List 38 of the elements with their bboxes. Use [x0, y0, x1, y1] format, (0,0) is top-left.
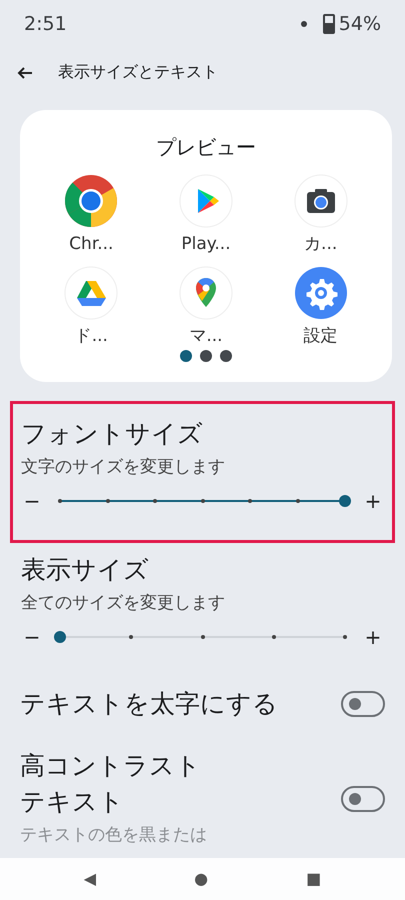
app-label: カ... [304, 233, 338, 256]
app-label: ド... [74, 325, 108, 348]
toggle-switch[interactable] [341, 786, 385, 812]
page-title: 表示サイズとテキスト [58, 61, 218, 83]
battery-percent: 54% [338, 12, 381, 37]
setting-title: テキスト [20, 786, 125, 818]
page-indicator-dot[interactable] [200, 350, 212, 362]
setting-title: 高コントラスト [20, 750, 202, 782]
settings-icon [294, 266, 348, 320]
camera-icon [294, 174, 348, 228]
plus-button[interactable]: + [362, 622, 384, 652]
back-nav-button[interactable]: ◀ [80, 869, 100, 889]
chrome-icon [64, 174, 118, 228]
page-indicator-dot[interactable] [180, 350, 192, 362]
page-indicator-dot[interactable] [220, 350, 232, 362]
setting-description: テキストの色を黒または [20, 824, 207, 847]
setting-title: 表示サイズ [21, 554, 150, 586]
minus-button[interactable]: − [21, 622, 43, 652]
plus-button[interactable]: + [362, 486, 384, 516]
app-label: Play... [181, 233, 231, 256]
battery-icon [322, 14, 335, 34]
slider-thumb[interactable] [339, 495, 351, 507]
setting-description: 全てのサイズを変更します [21, 592, 226, 615]
setting-description: 文字のサイズを変更します [21, 456, 226, 479]
notification-dot-icon [300, 21, 307, 27]
map-pin-icon [178, 266, 233, 320]
home-button[interactable]: ● [190, 869, 212, 889]
app-label: マ... [189, 325, 223, 348]
recents-button[interactable]: ■ [302, 869, 326, 889]
slider-thumb[interactable] [54, 631, 66, 643]
setting-title: テキストを太字にする [20, 688, 278, 720]
app-label: 設定 [304, 325, 338, 348]
toggle-switch[interactable] [341, 691, 385, 717]
clock-text: 2:51 [24, 12, 67, 37]
setting-title: フォントサイズ [21, 418, 204, 450]
preview-title: プレビュー [155, 134, 257, 161]
app-label: Chr... [69, 233, 114, 256]
minus-button[interactable]: − [21, 486, 43, 516]
